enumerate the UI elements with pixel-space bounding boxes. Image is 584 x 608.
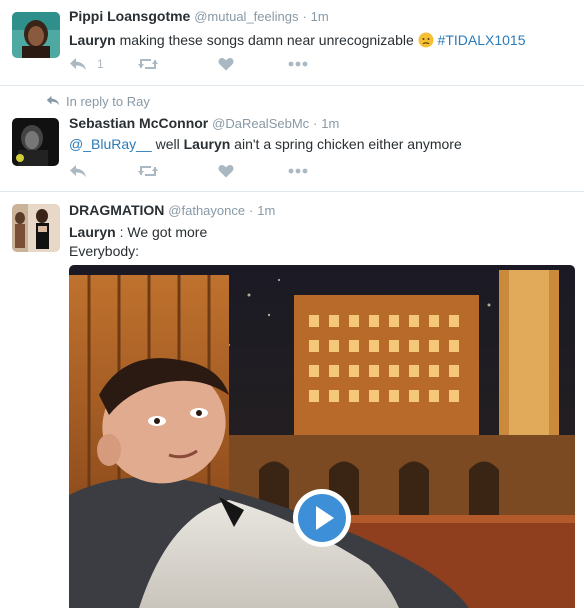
- bold-name: Lauryn: [69, 224, 116, 240]
- display-name[interactable]: Pippi Loansgotme: [69, 8, 190, 24]
- reply-arrow-icon: [46, 94, 60, 109]
- bold-name: Lauryn: [183, 136, 231, 152]
- tweet-text-line-2: Everybody:: [69, 243, 140, 259]
- user-handle[interactable]: @fathayonce: [168, 203, 245, 218]
- tweet-body: : We got more: [115, 224, 208, 240]
- timestamp[interactable]: 1m: [321, 116, 339, 131]
- reply-button[interactable]: 1: [69, 57, 137, 71]
- avatar[interactable]: [12, 12, 60, 58]
- disappointed-face-emoji-icon: [418, 32, 434, 53]
- more-dots-icon: [288, 168, 308, 174]
- video-thumbnail[interactable]: [69, 265, 575, 608]
- more-button[interactable]: [288, 168, 308, 174]
- tweet-text: @_BluRay__ well Lauryn ain't a spring ch…: [69, 134, 576, 154]
- heart-icon: [218, 57, 234, 71]
- hashtag-link[interactable]: #TIDALX1015: [438, 32, 526, 48]
- tweet-2[interactable]: In reply to Ray Sebastian McConnor @DaRe…: [0, 86, 584, 192]
- heart-icon: [218, 164, 234, 178]
- avatar[interactable]: [12, 118, 59, 166]
- reply-icon: [69, 164, 87, 178]
- tweet-body: ain't a spring chicken either anymore: [230, 136, 462, 152]
- separator-dot: ·: [249, 203, 254, 218]
- user-handle[interactable]: @DaRealSebMc: [212, 116, 309, 131]
- separator-dot: ·: [302, 9, 307, 24]
- avatar[interactable]: [12, 204, 60, 252]
- tweet-body: making these songs damn near unrecogniza…: [115, 32, 418, 48]
- more-button[interactable]: [288, 61, 308, 67]
- reply-context[interactable]: In reply to Ray: [46, 94, 150, 109]
- bold-name: Lauryn: [69, 32, 116, 48]
- retweet-button[interactable]: [137, 164, 218, 178]
- reply-context-label[interactable]: In reply to Ray: [66, 94, 150, 109]
- tweet-text: Lauryn making these songs damn near unre…: [69, 30, 576, 53]
- like-button[interactable]: [218, 57, 288, 71]
- reply-icon: [69, 57, 87, 71]
- more-dots-icon: [288, 61, 308, 67]
- reply-button[interactable]: [69, 164, 137, 178]
- separator-dot: ·: [313, 116, 318, 131]
- display-name[interactable]: Sebastian McConnor: [69, 115, 208, 131]
- timestamp[interactable]: 1m: [311, 9, 329, 24]
- tweet-body-mid: well: [151, 136, 184, 152]
- display-name[interactable]: DRAGMATION: [69, 202, 164, 218]
- tweet-1[interactable]: Pippi Loansgotme @mutual_feelings · 1m L…: [0, 0, 584, 86]
- like-button[interactable]: [218, 164, 288, 178]
- user-handle[interactable]: @mutual_feelings: [194, 9, 298, 24]
- retweet-icon: [137, 164, 159, 178]
- retweet-icon: [137, 57, 159, 71]
- mention-link[interactable]: @_BluRay__: [69, 136, 152, 152]
- timestamp[interactable]: 1m: [257, 203, 275, 218]
- reply-count: 1: [97, 57, 104, 71]
- retweet-button[interactable]: [137, 57, 218, 71]
- tweet-text: Lauryn : We got more: [69, 222, 576, 242]
- play-button-icon[interactable]: [292, 488, 352, 548]
